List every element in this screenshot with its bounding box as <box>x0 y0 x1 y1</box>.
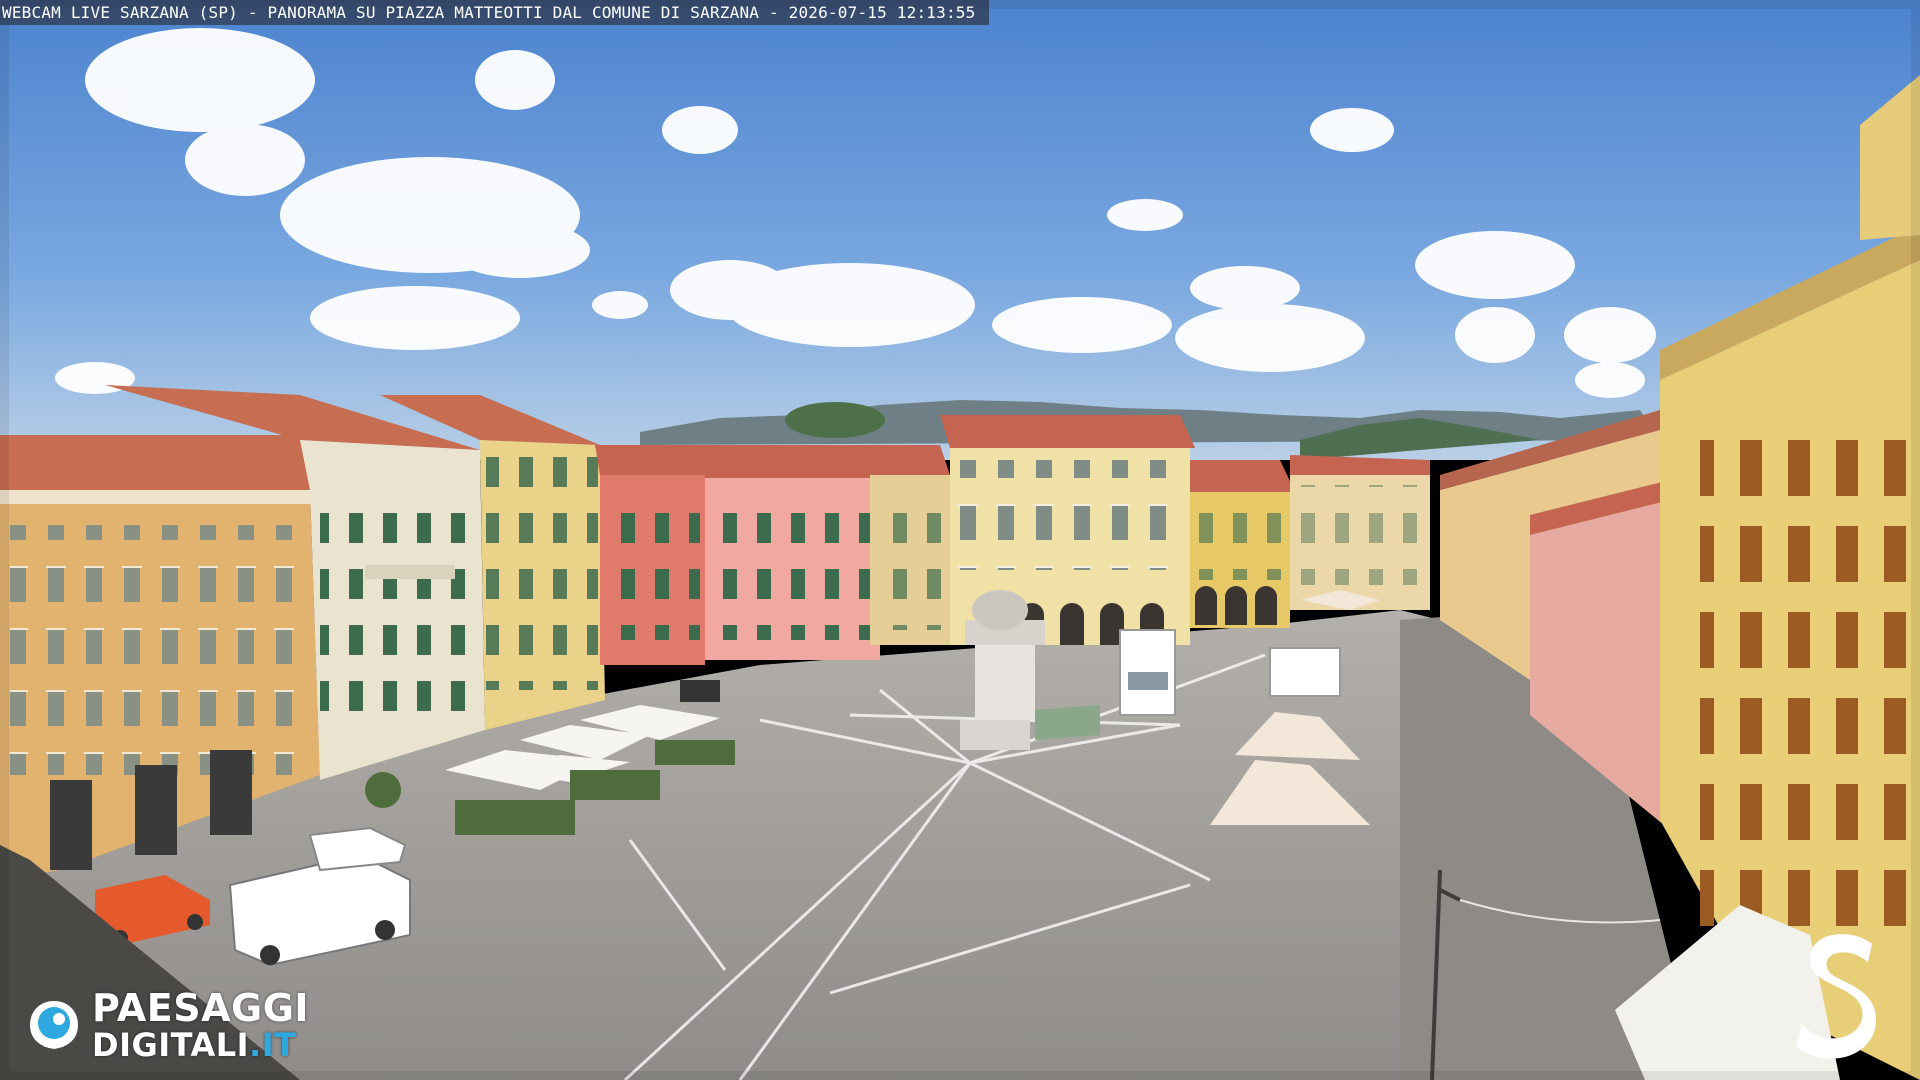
webcam-image <box>0 0 1920 1080</box>
building-row-far <box>1290 455 1430 610</box>
webcam-frame: WEBCAM LIVE SARZANA (SP) - PANORAMA SU P… <box>0 0 1920 1080</box>
building-red <box>595 445 705 665</box>
s-monogram-icon <box>1796 934 1877 1059</box>
webcam-caption: WEBCAM LIVE SARZANA (SP) - PANORAMA SU P… <box>0 0 990 25</box>
building-beige <box>868 445 950 645</box>
logo-text-it: .IT <box>249 1026 297 1064</box>
paesaggi-digitali-logo: PAESAGGI DIGITALI.IT <box>26 986 310 1061</box>
building-pink <box>700 445 880 660</box>
building-yellow-center-right <box>1190 460 1295 628</box>
camera-eye-icon <box>30 1001 78 1049</box>
logo-text-paesaggi: PAESAGGI <box>92 986 310 1030</box>
logo-text-digitali: DIGITALI <box>92 1026 250 1064</box>
